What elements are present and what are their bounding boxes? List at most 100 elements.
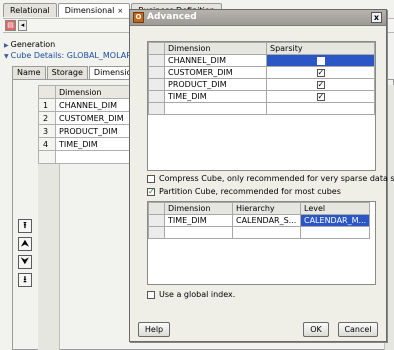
sparsity-header-dimension[interactable]: Dimension [164, 42, 267, 55]
close-icon[interactable]: x [371, 12, 382, 23]
sparsity-checkbox[interactable]: ✓ [316, 92, 325, 101]
help-button[interactable]: Help [138, 322, 170, 337]
dimension-cell-empty[interactable] [55, 150, 133, 164]
row-gutter [148, 90, 165, 103]
sparsity-table-box: Dimension Sparsity CHANNEL_DIM CUSTOMER_… [147, 41, 376, 171]
move-top-icon[interactable]: ⭱ [18, 219, 32, 233]
dialog-titlebar[interactable]: O Advanced x [130, 10, 386, 26]
dimension-cell[interactable]: TIME_DIM [55, 137, 133, 151]
table-row[interactable]: 2 CUSTOMER_DIM [38, 111, 133, 125]
empty-cell [232, 226, 301, 239]
tab-dimensional[interactable]: Dimensional × [57, 3, 131, 17]
row-number: 2 [38, 111, 56, 125]
dimension-cell[interactable]: CHANNEL_DIM [55, 98, 133, 112]
table-row[interactable]: 1 CHANNEL_DIM [38, 98, 133, 112]
sparsity-dimension-cell[interactable]: CUSTOMER_DIM [164, 66, 267, 79]
sparsity-cell[interactable]: ✓ [266, 66, 375, 79]
empty-cell [164, 226, 233, 239]
partition-level-cell[interactable]: CALENDAR_M... [300, 214, 370, 227]
partition-dimension-cell[interactable]: TIME_DIM [164, 214, 233, 227]
grid-corner [38, 85, 56, 99]
collapse-icon: ▼ [4, 53, 9, 60]
cube-details-section[interactable]: ▼ Cube Details: GLOBAL_MOLAP_T [4, 51, 140, 60]
cube-details-label: Cube Details: GLOBAL_MOLAP_T [10, 51, 140, 60]
cancel-button[interactable]: Cancel [338, 322, 378, 337]
empty-cell [300, 226, 370, 239]
row-gutter [148, 226, 165, 239]
generation-label: Generation [10, 40, 56, 49]
row-number: 1 [38, 98, 56, 112]
row-gutter [148, 78, 165, 91]
subtab-name[interactable]: Name [12, 66, 46, 79]
sparsity-cell[interactable]: ✓ [266, 78, 375, 91]
table-row-empty [148, 226, 370, 239]
partition-option[interactable]: ✓ Partition Cube, recommended for most c… [147, 187, 341, 196]
table-row[interactable]: TIME_DIM ✓ [148, 90, 375, 103]
move-up-icon[interactable]: ⮝ [18, 237, 32, 251]
tab-close-icon[interactable]: × [117, 7, 123, 15]
row-number: 4 [38, 137, 56, 151]
tab-relational[interactable]: Relational [3, 3, 57, 17]
partition-table: Dimension Hierarchy Level TIME_DIM CALEN… [148, 202, 370, 239]
grid-header-dimension[interactable]: Dimension [55, 85, 133, 99]
dimensions-grid: Dimension 1 CHANNEL_DIM 2 CUSTOMER_DIM 3… [38, 85, 133, 164]
row-number: 3 [38, 124, 56, 138]
cube-subtabs: Name Storage Dimensions [12, 66, 147, 79]
app-icon: O [133, 12, 144, 23]
tab-dimensional-label: Dimensional [64, 6, 115, 15]
table-row[interactable]: CUSTOMER_DIM ✓ [148, 66, 375, 79]
sparsity-checkbox[interactable]: ✓ [316, 68, 325, 77]
partition-label: Partition Cube, recommended for most cub… [159, 187, 341, 196]
row-gutter [148, 102, 165, 115]
row-gutter [148, 214, 165, 227]
partition-hierarchy-cell[interactable]: CALENDAR_S... [232, 214, 301, 227]
partition-checkbox[interactable]: ✓ [147, 187, 155, 196]
table-row[interactable]: PRODUCT_DIM ✓ [148, 78, 375, 91]
table-row-empty [148, 102, 375, 115]
sparsity-checkbox[interactable]: ✓ [316, 80, 325, 89]
generation-section[interactable]: ▶ Generation [4, 40, 55, 49]
table-row[interactable]: CHANNEL_DIM [148, 54, 375, 67]
move-down-icon[interactable]: ⮟ [18, 255, 32, 269]
sparsity-corner [148, 42, 165, 55]
grid-header-row: Dimension [38, 85, 133, 99]
row-gutter [148, 54, 165, 67]
row-number-empty [38, 150, 56, 164]
expand-icon: ▶ [4, 42, 9, 49]
dropdown-arrow-icon[interactable]: ◂ [18, 20, 27, 31]
partition-table-box: Dimension Hierarchy Level TIME_DIM CALEN… [147, 201, 376, 285]
diagram-icon[interactable]: ▤ [5, 20, 16, 31]
table-row[interactable]: 3 PRODUCT_DIM [38, 124, 133, 138]
sparsity-header-row: Dimension Sparsity [148, 42, 375, 55]
dimension-cell[interactable]: PRODUCT_DIM [55, 124, 133, 138]
move-bottom-icon[interactable]: ⭳ [18, 273, 32, 287]
empty-cell [266, 102, 375, 115]
global-index-label: Use a global index. [159, 290, 236, 299]
compress-label: Compress Cube, only recommended for very… [159, 174, 394, 183]
partition-header-dimension[interactable]: Dimension [164, 202, 233, 215]
sparsity-header-sparsity[interactable]: Sparsity [266, 42, 375, 55]
sparsity-dimension-cell[interactable]: CHANNEL_DIM [164, 54, 267, 67]
dimension-cell[interactable]: CUSTOMER_DIM [55, 111, 133, 125]
advanced-dialog: O Advanced x Dimension Sparsity CHANNEL_… [129, 9, 394, 342]
compress-option[interactable]: Compress Cube, only recommended for very… [147, 174, 394, 183]
partition-header-level[interactable]: Level [300, 202, 370, 215]
sparsity-dimension-cell[interactable]: TIME_DIM [164, 90, 267, 103]
subtab-storage[interactable]: Storage [46, 66, 88, 79]
sparsity-table: Dimension Sparsity CHANNEL_DIM CUSTOMER_… [148, 42, 375, 115]
table-row[interactable]: 4 TIME_DIM [38, 137, 133, 151]
partition-corner [148, 202, 165, 215]
global-index-option[interactable]: Use a global index. [147, 290, 235, 299]
sparsity-cell[interactable]: ✓ [266, 90, 375, 103]
table-row-empty[interactable] [38, 150, 133, 164]
sparsity-cell[interactable] [266, 54, 375, 67]
compress-checkbox[interactable] [147, 174, 155, 183]
partition-header-row: Dimension Hierarchy Level [148, 202, 370, 215]
global-index-checkbox[interactable] [147, 290, 155, 299]
partition-header-hierarchy[interactable]: Hierarchy [232, 202, 301, 215]
ok-button[interactable]: OK [303, 322, 329, 337]
sparsity-checkbox[interactable] [316, 56, 325, 65]
row-gutter [148, 66, 165, 79]
table-row[interactable]: TIME_DIM CALENDAR_S... CALENDAR_M... [148, 214, 370, 227]
sparsity-dimension-cell[interactable]: PRODUCT_DIM [164, 78, 267, 91]
